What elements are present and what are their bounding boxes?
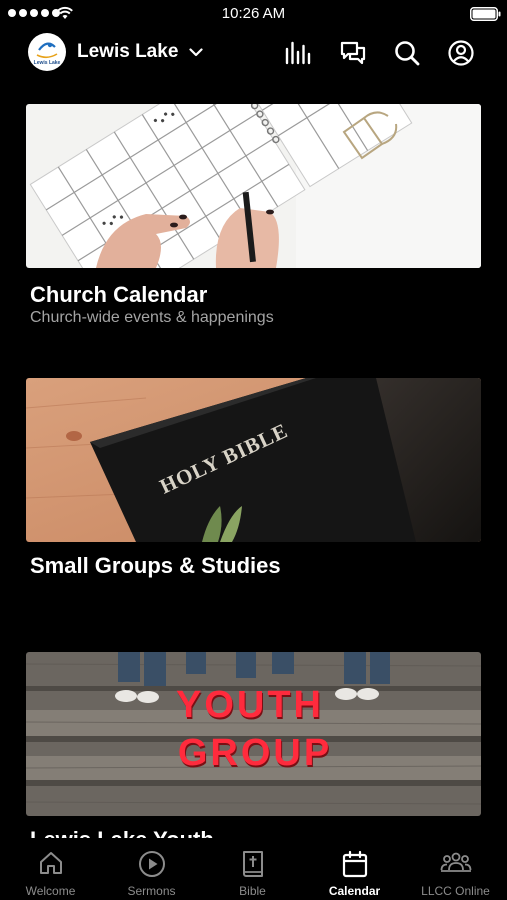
status-time: 10:26 AM xyxy=(221,5,286,22)
svg-text:Lewis Lake: Lewis Lake xyxy=(34,60,61,66)
calendar-icon xyxy=(342,850,367,878)
svg-text:YOUTH: YOUTH xyxy=(176,684,324,726)
svg-text:GROUP: GROUP xyxy=(178,732,332,774)
card-subtitle: Church-wide events & happenings xyxy=(30,309,274,326)
church-calendar-image xyxy=(26,104,481,268)
card-title: Church Calendar xyxy=(30,282,208,307)
people-icon xyxy=(440,852,471,872)
small-groups-image: HOLY BIBLE xyxy=(26,378,481,542)
chat-icon[interactable] xyxy=(339,39,367,67)
church-calendar-card[interactable]: Church Calendar Church-wide events & hap… xyxy=(26,104,481,334)
card-title: Lewis Lake Youth xyxy=(30,827,214,838)
tab-bar: Welcome Sermons Bible Calendar LLCC Onli… xyxy=(0,838,507,900)
bible-icon xyxy=(242,851,263,877)
church-logo-graphic: Lewis Lake xyxy=(29,34,65,70)
audio-bars-icon[interactable] xyxy=(284,39,312,67)
tab-label: Welcome xyxy=(25,884,76,898)
status-bar: 10:26 AM xyxy=(0,0,507,28)
tab-label: Bible xyxy=(239,884,266,898)
church-logo[interactable]: Lewis Lake xyxy=(28,33,66,71)
app-header: Lewis Lake Lewis Lake xyxy=(0,30,507,76)
tab-bible[interactable]: Bible xyxy=(202,838,303,900)
battery-icon xyxy=(470,7,501,21)
tab-label: Sermons xyxy=(127,884,176,898)
play-icon xyxy=(138,851,165,877)
card-title: Small Groups & Studies xyxy=(30,553,281,578)
tab-label: LLCC Online xyxy=(421,884,490,898)
small-groups-card[interactable]: HOLY BIBLE Small Groups & Studies xyxy=(26,378,481,588)
campus-selector[interactable]: Lewis Lake xyxy=(77,41,203,63)
tab-sermons[interactable]: Sermons xyxy=(101,838,202,900)
search-icon[interactable] xyxy=(393,39,421,67)
youth-card[interactable]: YOUTH YOUTH GROUP GROUP Lewis Lake Youth xyxy=(26,652,481,838)
tab-label: Calendar xyxy=(328,884,381,898)
tab-welcome[interactable]: Welcome xyxy=(0,838,101,900)
profile-icon[interactable] xyxy=(447,39,475,67)
campus-name: Lewis Lake xyxy=(77,41,179,62)
chevron-down-icon xyxy=(189,47,203,56)
youth-image: YOUTH YOUTH GROUP GROUP xyxy=(26,652,481,816)
home-icon xyxy=(39,852,62,874)
tab-calendar[interactable]: Calendar xyxy=(304,838,405,900)
tab-llcc-online[interactable]: LLCC Online xyxy=(405,838,506,900)
